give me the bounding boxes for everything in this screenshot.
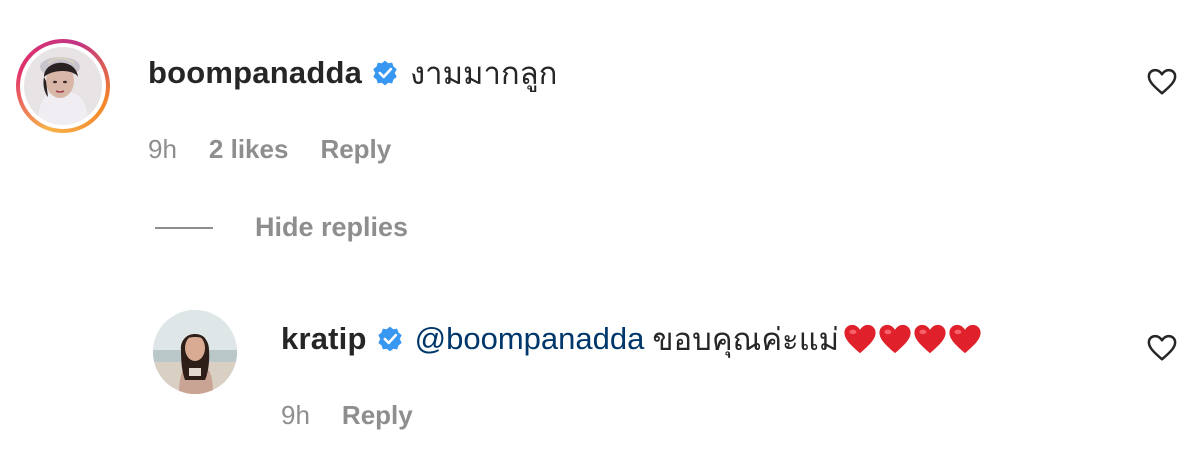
reply-username[interactable]: kratip — [281, 321, 367, 357]
comment: boompanadda งามมากลูก 9h 2 likes Reply — [0, 0, 1200, 200]
verified-badge-icon — [377, 326, 402, 352]
reply-meta: 9h Reply — [281, 400, 413, 431]
profile-photo-kratip — [153, 310, 237, 394]
avatar[interactable] — [153, 310, 237, 394]
avatar — [24, 47, 102, 125]
hide-replies-label: Hide replies — [255, 212, 409, 242]
hide-replies-toggle[interactable]: Hide replies — [155, 212, 408, 243]
red-heart-emoji-icon — [844, 324, 876, 354]
verified-badge-icon — [373, 60, 397, 86]
avatar-story-ring[interactable] — [16, 39, 110, 133]
comment-meta: 9h 2 likes Reply — [148, 134, 391, 165]
reply-body: kratip @boompanadda ขอบคุณค่ะแม่ — [281, 314, 983, 364]
comment-username[interactable]: boompanadda — [148, 55, 362, 91]
reply-comment: kratip @boompanadda ขอบคุณค่ะแม่ 9h Repl… — [0, 290, 1200, 473]
comment-time[interactable]: 9h — [148, 134, 177, 165]
heart-emojis — [843, 323, 983, 355]
comment-likes[interactable]: 2 likes — [209, 134, 289, 165]
reply-button[interactable]: Reply — [342, 400, 413, 431]
red-heart-emoji-icon — [949, 324, 981, 354]
like-heart-icon[interactable] — [1147, 68, 1177, 96]
reply-text: ขอบคุณค่ะแม่ — [652, 322, 840, 357]
comment-text: งามมากลูก — [410, 56, 558, 91]
reply-time[interactable]: 9h — [281, 400, 310, 431]
like-heart-icon[interactable] — [1147, 334, 1177, 362]
red-heart-emoji-icon — [879, 324, 911, 354]
mention-link[interactable]: @boompanadda — [415, 321, 645, 357]
red-heart-emoji-icon — [914, 324, 946, 354]
reply-button[interactable]: Reply — [320, 134, 391, 165]
profile-photo-boompanadda — [24, 47, 102, 125]
hide-replies-line — [155, 226, 213, 229]
comment-body: boompanadda งามมากลูก — [148, 48, 557, 98]
